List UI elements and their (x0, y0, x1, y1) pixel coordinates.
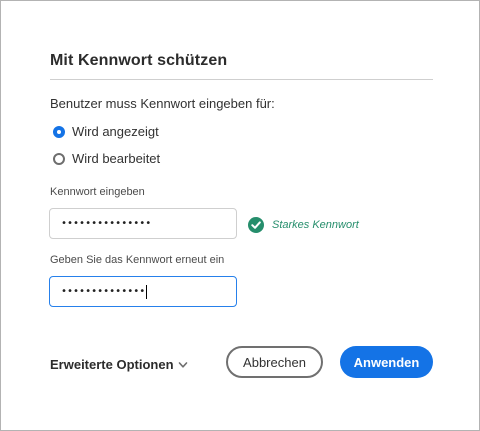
password-value: ••••••••••••••• (61, 218, 152, 229)
title-divider (50, 79, 433, 80)
confirm-password-label: Geben Sie das Kennwort erneut ein (50, 254, 225, 266)
radio-option-editing[interactable]: Wird bearbeitet (53, 151, 160, 166)
password-strength-text: Starkes Kennwort (272, 219, 359, 231)
radio-label-editing: Wird bearbeitet (72, 151, 161, 166)
password-strength-indicator: Starkes Kennwort (248, 217, 359, 233)
advanced-options-toggle[interactable]: Erweiterte Optionen (50, 357, 188, 372)
text-caret (146, 284, 148, 299)
radio-button-editing[interactable] (53, 152, 65, 165)
dialog-title: Mit Kennwort schützen (50, 52, 228, 69)
confirm-password-value: •••••••••••••• (61, 286, 146, 297)
radio-button-viewing[interactable] (53, 125, 65, 138)
cancel-button[interactable]: Abbrechen (226, 346, 323, 378)
protection-prompt: Benutzer muss Kennwort eingeben für: (50, 96, 275, 111)
chevron-down-icon (178, 361, 187, 368)
password-label: Kennwort eingeben (50, 186, 145, 198)
confirm-password-field[interactable]: •••••••••••••• (49, 276, 237, 307)
apply-button[interactable]: Anwenden (340, 346, 433, 378)
radio-option-viewing[interactable]: Wird angezeigt (53, 124, 159, 139)
password-protect-dialog: Mit Kennwort schützen Benutzer muss Kenn… (0, 0, 480, 431)
check-circle-icon (248, 217, 264, 233)
password-field[interactable]: ••••••••••••••• (49, 208, 237, 239)
radio-label-viewing: Wird angezeigt (72, 124, 159, 139)
advanced-options-label: Erweiterte Optionen (50, 357, 174, 372)
